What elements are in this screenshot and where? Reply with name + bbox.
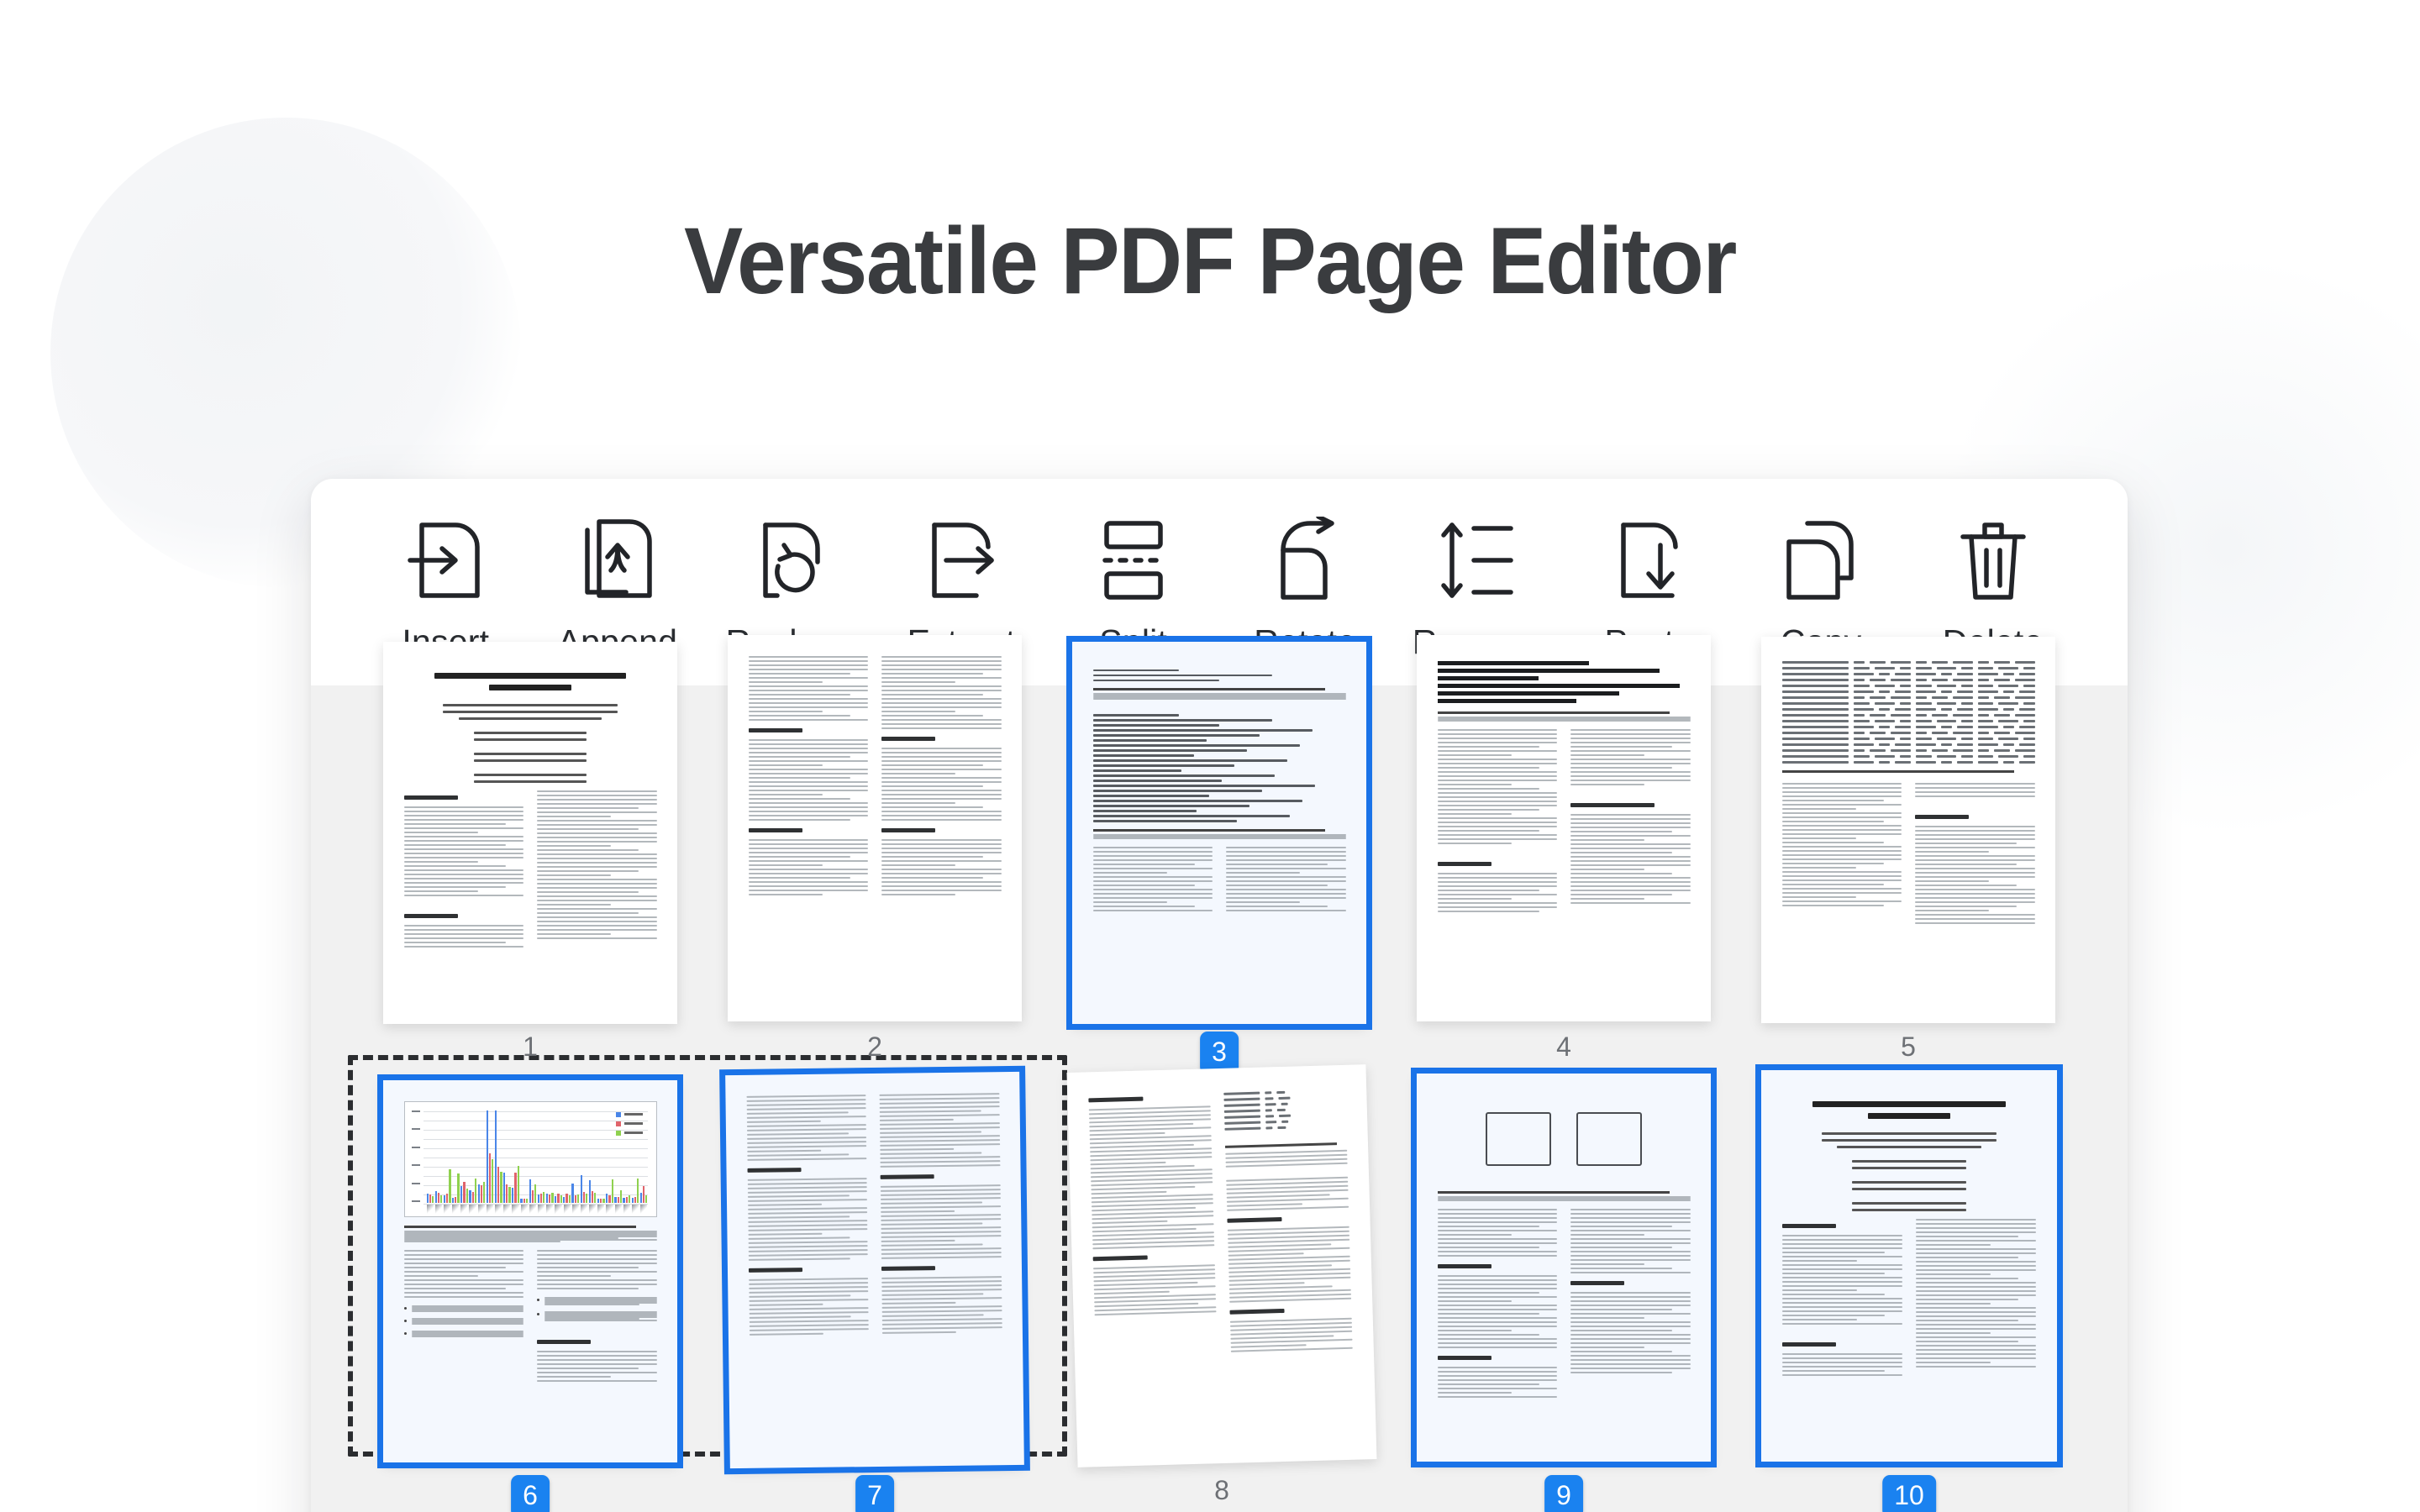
page-thumbnail-unselected[interactable] [1417, 635, 1711, 1021]
page-arrow-in-icon [405, 517, 486, 604]
page-number-badge: 9 [1544, 1475, 1583, 1512]
page-thumbnail-unselected[interactable] [728, 635, 1022, 1021]
page-thumbnail-unselected[interactable] [383, 642, 677, 1024]
page-thumbnail-selected[interactable] [383, 1080, 677, 1462]
page-thumbnail-selected[interactable] [725, 1071, 1024, 1469]
page-number-badge: 7 [855, 1475, 894, 1512]
trash-icon [1954, 517, 2032, 604]
toolbar-button-split[interactable]: Split [1047, 503, 1219, 662]
page-thumbnail-3[interactable] [1072, 642, 1366, 1024]
page-thumbnail-9[interactable] [1417, 1074, 1711, 1462]
page-number-label: 4 [1556, 1032, 1571, 1062]
toolbar-button-append[interactable]: Append [532, 503, 704, 662]
page-grid-workspace[interactable]: 1 2 3 4 5 6 7 8 9 10 [311, 635, 2128, 1512]
page-thumbnail-selected[interactable] [1072, 642, 1366, 1024]
page-refresh-icon [749, 517, 829, 604]
page-number-label: 5 [1901, 1032, 1916, 1062]
page-thumbnail-1[interactable] [383, 642, 677, 1024]
page-thumbnail-4[interactable] [1417, 635, 1711, 1021]
page-number-label: 8 [1214, 1475, 1229, 1505]
page-rotate-icon [1265, 516, 1345, 604]
toolbar-button-rotate[interactable]: Rotate [1219, 503, 1392, 662]
page-thumbnail-selected[interactable] [1761, 1070, 2057, 1462]
page-number-label: 2 [867, 1032, 882, 1062]
split-dashed-icon [1095, 517, 1172, 604]
page-thumbnail-selected[interactable] [1417, 1074, 1711, 1462]
pages-arrow-up-icon [576, 517, 660, 604]
page-arrow-down-icon [1608, 517, 1689, 604]
page-title: Versatile PDF Page Editor [684, 208, 1737, 313]
page-thumbnail-unselected[interactable] [1066, 1064, 1377, 1467]
app-window: InsertAppendReplaceExtractSplitRotateRev… [311, 479, 2128, 1512]
page-thumbnail-unselected[interactable] [1761, 637, 2055, 1023]
page-thumbnail-5[interactable] [1761, 637, 2055, 1023]
page-number-label: 1 [523, 1032, 538, 1062]
reverse-order-icon [1435, 517, 1519, 604]
page-number-badge: 10 [1882, 1475, 1936, 1512]
page-thumbnail-10[interactable] [1761, 1070, 2057, 1462]
page-thumbnail-6[interactable] [383, 1080, 677, 1462]
page-arrow-out-icon [921, 517, 1002, 604]
copy-pages-icon [1779, 517, 1863, 604]
screenshot-root: Versatile PDF Page Editor InsertAppendRe… [0, 0, 2420, 1512]
page-thumbnail-7[interactable] [725, 1071, 1024, 1469]
page-number-badge: 6 [511, 1475, 550, 1512]
page-thumbnail-8[interactable] [1066, 1064, 1377, 1467]
toolbar-button-insert[interactable]: Insert [360, 503, 532, 662]
page-thumbnail-2[interactable] [728, 635, 1022, 1021]
